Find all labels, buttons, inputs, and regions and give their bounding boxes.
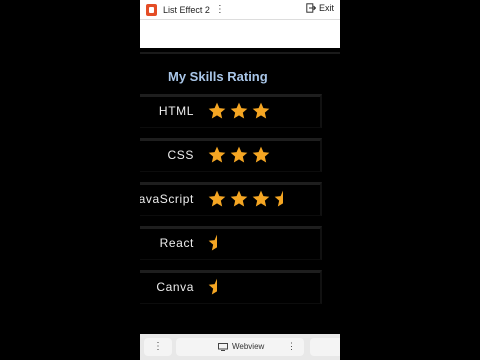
- star-rating: [207, 101, 271, 121]
- star-rating: [207, 277, 227, 297]
- app-menu-button[interactable]: ⋮: [215, 4, 225, 15]
- app-title: List Effect 2: [163, 4, 210, 15]
- exit-button[interactable]: Exit: [306, 3, 334, 13]
- bottom-bar: ⋮ Webview ⋮: [140, 334, 340, 360]
- star-icon: [252, 146, 270, 163]
- skills-panel: My Skills Rating HTML CSS JavaScript Rea…: [140, 52, 340, 334]
- webview-menu-button[interactable]: ⋮: [287, 341, 296, 352]
- webview-label: Webview: [232, 342, 265, 351]
- bottom-right-tab[interactable]: [310, 338, 340, 356]
- half-star-icon: [274, 190, 283, 207]
- skill-label: React: [159, 236, 194, 250]
- star-icon: [252, 190, 270, 207]
- exit-icon: [306, 3, 316, 13]
- star-icon: [230, 102, 248, 119]
- star-icon: [230, 146, 248, 163]
- skill-label: CSS: [167, 148, 194, 162]
- star-icon: [252, 102, 270, 119]
- star-icon: [208, 190, 226, 207]
- half-star-icon: [208, 278, 217, 295]
- exit-label: Exit: [318, 3, 334, 13]
- white-spacer: [140, 20, 340, 48]
- app-bar: List Effect 2 ⋮ Exit: [140, 0, 340, 20]
- half-star-icon: [208, 234, 217, 251]
- skill-label: HTML: [158, 104, 194, 118]
- skill-row[interactable]: Canva: [140, 270, 322, 304]
- bottom-menu-button[interactable]: ⋮: [144, 338, 172, 356]
- star-rating: [207, 145, 271, 165]
- star-icon: [230, 190, 248, 207]
- star-icon: [208, 102, 226, 119]
- skill-label: Canva: [156, 280, 194, 294]
- skill-row[interactable]: HTML: [140, 94, 322, 128]
- html5-logo-icon: [146, 3, 157, 16]
- phone-screen: List Effect 2 ⋮ Exit My Skills Rating HT…: [140, 0, 340, 360]
- webview-button[interactable]: Webview ⋮: [176, 338, 304, 356]
- skill-row[interactable]: JavaScript: [140, 182, 322, 216]
- star-rating: [207, 189, 293, 209]
- skill-row[interactable]: CSS: [140, 138, 322, 172]
- page-title: My Skills Rating: [168, 69, 268, 84]
- star-rating: [207, 233, 227, 253]
- skill-label: JavaScript: [140, 192, 194, 206]
- skill-row[interactable]: React: [140, 226, 322, 260]
- monitor-icon: [218, 343, 228, 351]
- star-icon: [208, 146, 226, 163]
